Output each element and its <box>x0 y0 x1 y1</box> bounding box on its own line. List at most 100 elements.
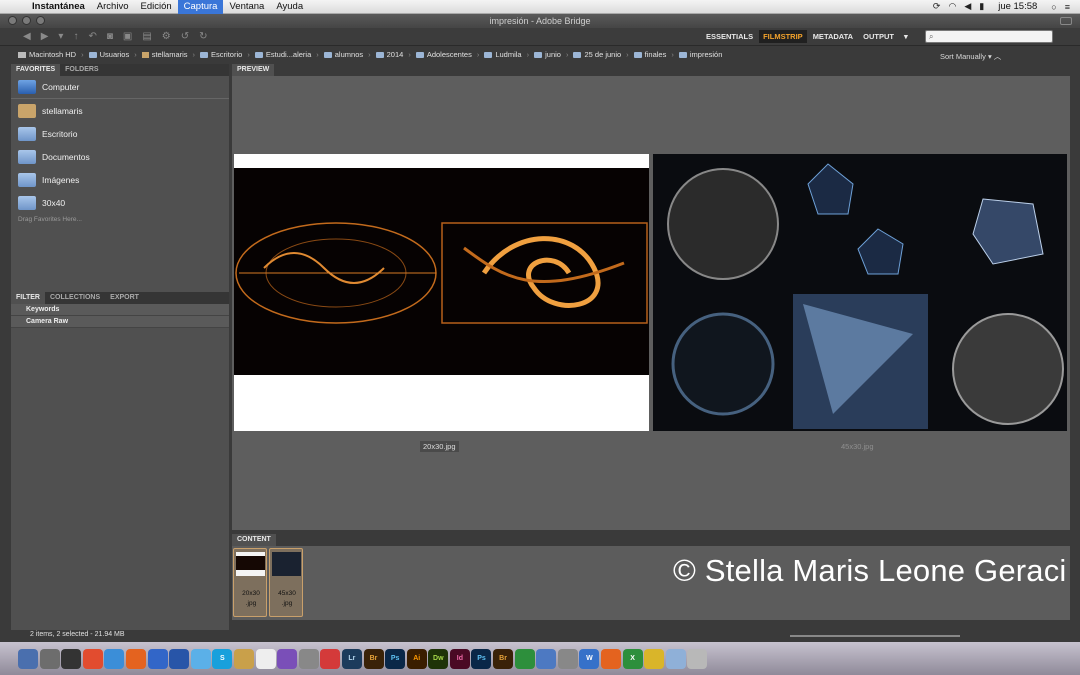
breadcrumb-item[interactable]: Macintosh HD <box>18 50 76 59</box>
breadcrumb-item[interactable]: Ludmila <box>484 50 522 59</box>
dreamweaver-icon[interactable]: Dw <box>428 648 449 669</box>
search-input[interactable]: ⌕ <box>925 30 1053 43</box>
itunes-icon[interactable] <box>277 648 298 669</box>
breadcrumb-item[interactable]: junio <box>534 50 561 59</box>
favorite-home[interactable]: stellamaris <box>11 99 229 122</box>
rotate-right-icon[interactable]: ↻ <box>194 31 212 42</box>
favorite-documentos[interactable]: Documentos <box>11 145 229 168</box>
workspace-output[interactable]: OUTPUT <box>859 30 898 43</box>
safari-icon[interactable] <box>104 648 125 669</box>
breadcrumb-item[interactable]: alumnos <box>323 50 363 59</box>
menu-edicion[interactable]: Edición <box>134 0 177 14</box>
close-button[interactable] <box>8 16 17 25</box>
preview-image-2[interactable] <box>653 154 1067 431</box>
launchpad-icon[interactable] <box>39 648 60 669</box>
thumbnail-item[interactable]: 45x30 .jpg <box>269 548 303 617</box>
lightroom-icon[interactable]: Lr <box>341 648 362 669</box>
history-icon[interactable]: ▾ <box>53 31 68 42</box>
tab-collections[interactable]: COLLECTIONS <box>45 292 105 304</box>
photoshop-icon[interactable]: Ps <box>385 648 406 669</box>
back-icon[interactable]: ◀ <box>18 31 36 42</box>
tab-content[interactable]: CONTENT <box>232 534 276 546</box>
photoshop-icon[interactable]: Ps <box>471 648 492 669</box>
contacts-icon[interactable] <box>233 648 254 669</box>
trash-icon[interactable] <box>687 648 708 669</box>
firefox-icon[interactable] <box>125 648 146 669</box>
breadcrumb-item-current[interactable]: impresión <box>678 50 722 59</box>
finder-icon[interactable] <box>18 648 38 669</box>
workspace-filmstrip[interactable]: FILMSTRIP <box>759 30 807 43</box>
forward-icon[interactable]: ▶ <box>36 31 54 42</box>
output-icon[interactable]: ⚙ <box>157 31 176 42</box>
mail-icon[interactable] <box>147 648 168 669</box>
breadcrumb-item[interactable]: finales <box>633 50 666 59</box>
reveal-icon[interactable]: ↶ <box>83 31 101 42</box>
breadcrumb-item[interactable]: 2014 <box>375 50 403 59</box>
filter-camera-raw[interactable]: Camera Raw <box>11 316 229 328</box>
menu-ayuda[interactable]: Ayuda <box>270 0 309 14</box>
app-icon[interactable] <box>644 648 665 669</box>
word-icon[interactable]: W <box>579 648 600 669</box>
messages-icon[interactable] <box>190 648 211 669</box>
globe-icon[interactable] <box>169 648 190 669</box>
tab-preview[interactable]: PREVIEW <box>232 64 275 76</box>
thumbnail-item[interactable]: 20x30 .jpg <box>233 548 267 617</box>
sync-icon[interactable]: ⟳ <box>933 1 941 12</box>
indesign-icon[interactable]: Id <box>449 648 470 669</box>
system-preferences-icon[interactable] <box>298 648 319 669</box>
notifications-icon[interactable]: ≡ <box>1065 2 1070 12</box>
open-icon[interactable]: ▤ <box>137 31 156 42</box>
filter-keywords[interactable]: Keywords <box>11 304 229 316</box>
breadcrumb-item[interactable]: Adolescentes <box>415 50 472 59</box>
tab-favorites[interactable]: FAVORITES <box>11 64 61 76</box>
rotate-left-icon[interactable]: ↺ <box>176 31 194 42</box>
spotlight-icon[interactable]: ○ <box>1051 2 1056 12</box>
camera-icon[interactable]: ◙ <box>102 31 118 42</box>
tab-export[interactable]: EXPORT <box>105 292 144 304</box>
app-icon[interactable] <box>536 648 557 669</box>
flag-icon[interactable]: ▮ <box>979 1 984 12</box>
breadcrumb-item[interactable]: 25 de junio <box>573 50 621 59</box>
acrobat-icon[interactable] <box>320 648 341 669</box>
menu-app-name[interactable]: Instantánea <box>26 0 91 14</box>
bridge-icon[interactable]: Br <box>363 648 384 669</box>
thumbnail-size-slider[interactable] <box>790 635 960 637</box>
breadcrumb-item[interactable]: Estudi...aleria <box>254 50 311 59</box>
illustrator-icon[interactable]: Ai <box>406 648 427 669</box>
favorite-escritorio[interactable]: Escritorio <box>11 122 229 145</box>
tab-folders[interactable]: FOLDERS <box>60 64 103 76</box>
dashboard-icon[interactable] <box>61 648 82 669</box>
favorite-30x40[interactable]: 30x40 <box>11 191 229 214</box>
excel-icon[interactable]: X <box>622 648 643 669</box>
tab-filter[interactable]: FILTER <box>11 292 45 304</box>
skype-icon[interactable]: S <box>212 648 233 669</box>
volume-icon[interactable]: ◀ <box>964 1 971 12</box>
favorite-imagenes[interactable]: Imágenes <box>11 168 229 191</box>
toolbar-toggle-icon[interactable] <box>1060 17 1072 25</box>
chrome-icon[interactable] <box>82 648 103 669</box>
printer-icon[interactable] <box>557 648 578 669</box>
wifi-icon[interactable]: ◠ <box>948 1 956 12</box>
clock[interactable]: jue 15:58 <box>992 0 1043 14</box>
app-icon[interactable] <box>514 648 535 669</box>
calendar-icon[interactable] <box>255 648 276 669</box>
bridge-icon[interactable]: Br <box>493 648 514 669</box>
go-up-icon[interactable]: ↑ <box>68 31 83 42</box>
refine-icon[interactable]: ▣ <box>118 31 137 42</box>
app-icon[interactable] <box>601 648 622 669</box>
breadcrumb-item[interactable]: Escritorio <box>200 50 242 59</box>
menu-archivo[interactable]: Archivo <box>91 0 135 14</box>
favorite-computer[interactable]: Computer <box>11 76 229 99</box>
breadcrumb-item[interactable]: stellamaris <box>141 50 188 59</box>
minimize-button[interactable] <box>22 16 31 25</box>
workspace-metadata[interactable]: METADATA <box>809 30 857 43</box>
workspace-menu-chevron-icon[interactable]: ▾ <box>900 30 912 43</box>
preview-image-1[interactable] <box>234 154 649 431</box>
sort-dropdown[interactable]: Sort Manually ▾ ︿ <box>940 51 1001 62</box>
menu-captura[interactable]: Captura <box>177 0 224 14</box>
downloads-folder-icon[interactable] <box>665 648 686 669</box>
workspace-essentials[interactable]: ESSENTIALS <box>702 30 757 43</box>
breadcrumb-item[interactable]: Usuarios <box>88 50 129 59</box>
zoom-button[interactable] <box>36 16 45 25</box>
menu-ventana[interactable]: Ventana <box>223 0 270 14</box>
